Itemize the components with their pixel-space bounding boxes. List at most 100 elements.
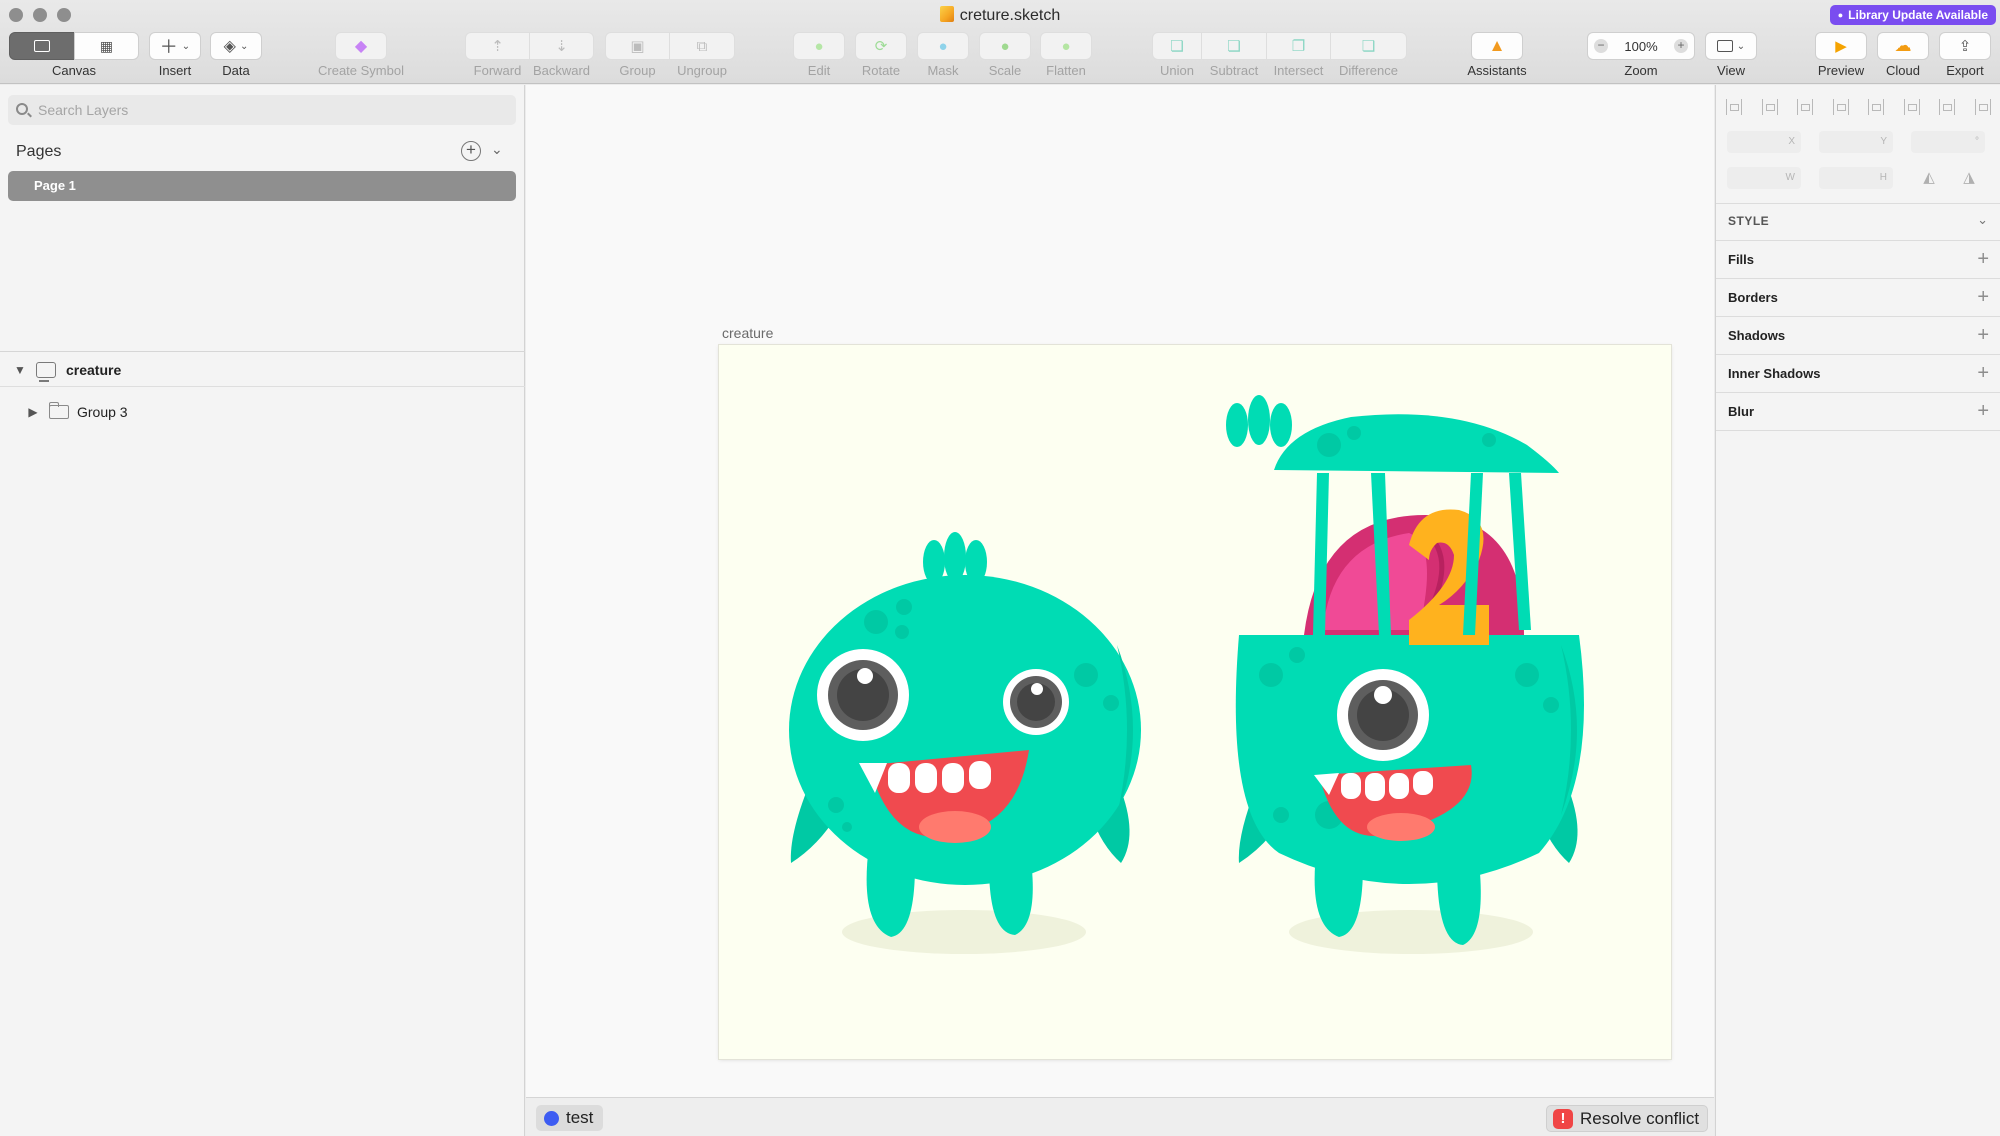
view-button[interactable]: ⌄: [1705, 32, 1757, 60]
subtract-button[interactable]: ❏: [1201, 32, 1267, 60]
intersect-icon: ❐: [1291, 38, 1306, 55]
library-update-badge[interactable]: Library Update Available: [1829, 5, 1996, 25]
chevron-down-icon[interactable]: ⌄: [1977, 212, 1988, 228]
ungroup-icon: ⧉: [696, 37, 708, 55]
mask-button[interactable]: ●: [917, 32, 969, 60]
zoom-value: 100%: [1624, 38, 1658, 54]
zoom-control[interactable]: − 100% +: [1587, 32, 1695, 60]
add-inner-shadow-icon[interactable]: +: [1977, 363, 1989, 383]
y-field[interactable]: Y: [1819, 131, 1893, 153]
align-left-icon[interactable]: [1797, 99, 1814, 115]
resolve-conflict-label: Resolve conflict: [1580, 1108, 1700, 1128]
page-item-page-1[interactable]: Page 1: [8, 171, 516, 201]
mask-label: Mask: [927, 63, 959, 78]
zoom-in-icon[interactable]: +: [1674, 39, 1688, 53]
scale-button[interactable]: ●: [979, 32, 1031, 60]
chevron-down-icon: ⌄: [239, 40, 249, 52]
style-row-label: Blur: [1728, 404, 1754, 419]
edit-button[interactable]: ●: [793, 32, 845, 60]
creature-left[interactable]: [789, 532, 1141, 937]
align-top-icon[interactable]: [1903, 99, 1920, 115]
flip-horizontal-icon[interactable]: ◭: [1920, 170, 1938, 186]
assistants-button[interactable]: ▲: [1471, 32, 1523, 60]
add-shadow-icon[interactable]: +: [1977, 325, 1989, 345]
subtract-icon: ❏: [1227, 38, 1241, 55]
width-field[interactable]: W: [1727, 167, 1801, 189]
artboard[interactable]: [719, 345, 1671, 1059]
layer-row-artboard[interactable]: ▼ creature: [0, 353, 525, 387]
backward-label: Backward: [532, 63, 591, 78]
canvas-view-button[interactable]: [9, 32, 75, 60]
share-icon: ⇪: [1958, 38, 1972, 55]
align-bottom-icon[interactable]: [1974, 99, 1991, 115]
edit-icon: ●: [814, 37, 824, 55]
add-border-icon[interactable]: +: [1977, 287, 1989, 307]
style-row-blur[interactable]: Blur +: [1716, 393, 2000, 431]
rotate-button[interactable]: ⟳: [855, 32, 907, 60]
disclosure-collapsed-icon[interactable]: ▶: [27, 405, 39, 419]
style-row-inner-shadows[interactable]: Inner Shadows +: [1716, 355, 2000, 393]
layer-row-group[interactable]: ▶ Group 3: [0, 395, 525, 429]
create-symbol-label: Create Symbol: [318, 63, 404, 78]
mask-icon: ●: [938, 37, 948, 55]
difference-icon: ❏: [1361, 38, 1376, 55]
distribute-vertical-icon[interactable]: [1761, 99, 1778, 115]
scale-label: Scale: [988, 63, 1022, 78]
resolve-conflict-button[interactable]: ! Resolve conflict: [1546, 1105, 1709, 1132]
x-field[interactable]: X: [1727, 131, 1801, 153]
search-layers-input[interactable]: [38, 95, 508, 125]
style-row-fills[interactable]: Fills +: [1716, 241, 2000, 279]
zoom-out-icon[interactable]: −: [1594, 39, 1608, 53]
status-bar: test ! Resolve conflict: [526, 1097, 1714, 1136]
bell-icon: ▲: [1488, 36, 1506, 55]
align-center-icon[interactable]: [1832, 99, 1849, 115]
height-field[interactable]: H: [1819, 167, 1893, 189]
creature-illustration[interactable]: [719, 345, 1671, 1059]
warning-icon: !: [1553, 1108, 1573, 1129]
add-fill-icon[interactable]: +: [1977, 249, 1989, 269]
components-view-button[interactable]: ▦: [74, 32, 139, 60]
send-backward-icon: ⇣: [555, 38, 568, 55]
view-layout-icon: [1716, 40, 1733, 52]
creature-right[interactable]: [1226, 395, 1584, 945]
canvas[interactable]: creature: [526, 85, 1960, 1136]
flip-vertical-icon[interactable]: ◮: [1960, 170, 1978, 186]
chevron-down-icon[interactable]: ⌄: [491, 141, 503, 158]
export-button[interactable]: ⇪: [1939, 32, 1991, 60]
chevron-down-icon: ⌄: [1736, 40, 1746, 52]
cloud-button[interactable]: ☁: [1877, 32, 1929, 60]
view-label: View: [1717, 63, 1745, 78]
intersect-label: Intersect: [1273, 63, 1324, 78]
add-blur-icon[interactable]: +: [1977, 401, 1989, 421]
insert-button[interactable]: ＋ ⌄: [149, 32, 201, 60]
ungroup-label: Ungroup: [677, 63, 727, 78]
search-box: [8, 95, 516, 125]
layers-stack-icon: ◈: [223, 38, 236, 55]
grid-icon: ▦: [99, 37, 114, 54]
artboard-title[interactable]: creature: [722, 325, 773, 341]
preview-button[interactable]: ▶: [1815, 32, 1867, 60]
style-row-borders[interactable]: Borders +: [1716, 279, 2000, 317]
rotate-icon: ⟳: [874, 38, 888, 55]
distribute-horizontal-icon[interactable]: [1726, 99, 1742, 115]
scale-icon: ●: [1000, 37, 1010, 55]
forward-button[interactable]: ⇡: [465, 32, 530, 60]
style-row-shadows[interactable]: Shadows +: [1716, 317, 2000, 355]
align-middle-icon[interactable]: [1939, 99, 1956, 115]
ungroup-button[interactable]: ⧉: [669, 32, 735, 60]
create-symbol-button[interactable]: ◆: [335, 32, 387, 60]
union-button[interactable]: ❏: [1152, 32, 1202, 60]
flatten-button[interactable]: ●: [1040, 32, 1092, 60]
collaborator-chip[interactable]: test: [536, 1105, 604, 1131]
rotation-field[interactable]: °: [1911, 131, 1985, 153]
play-icon: ▶: [1835, 38, 1847, 55]
cloud-icon: ☁: [1894, 36, 1912, 55]
backward-button[interactable]: ⇣: [529, 32, 594, 60]
difference-button[interactable]: ❏: [1330, 32, 1407, 60]
intersect-button[interactable]: ❐: [1266, 32, 1331, 60]
group-button[interactable]: ▣: [605, 32, 670, 60]
data-button[interactable]: ◈ ⌄: [210, 32, 262, 60]
align-right-icon[interactable]: [1868, 99, 1885, 115]
add-page-icon[interactable]: +: [461, 141, 481, 161]
disclosure-expanded-icon[interactable]: ▼: [14, 363, 26, 377]
